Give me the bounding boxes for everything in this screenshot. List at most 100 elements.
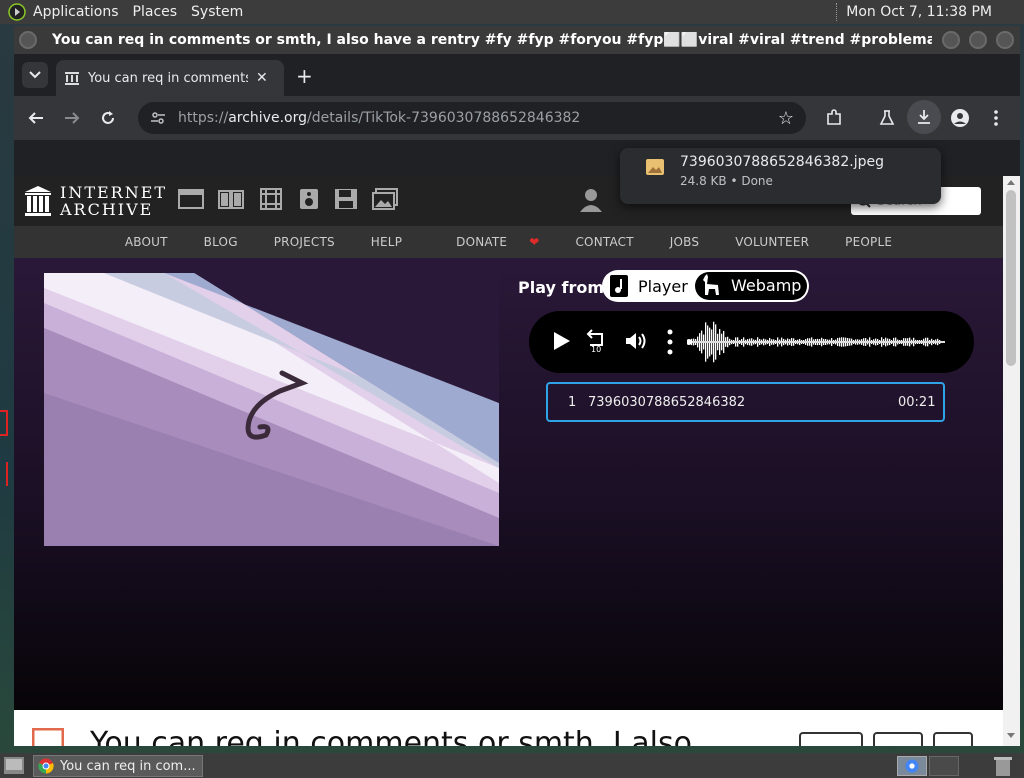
applications-icon[interactable]: [0, 3, 26, 21]
workspace-switcher[interactable]: [897, 756, 927, 776]
download-filename[interactable]: 7396030788652846382.jpeg: [680, 154, 884, 170]
page-scrollbar[interactable]: [1003, 176, 1020, 746]
browser-toolbar: https://archive.org/details/TikTok-73960…: [14, 96, 1020, 140]
web-page: INTERNET ARCHIVE Search ABOUT: [14, 176, 1003, 746]
places-menu[interactable]: Places: [126, 4, 185, 20]
tab-strip: You can req in comments or ✕ +: [14, 54, 1020, 96]
tab-active[interactable]: You can req in comments or ✕: [56, 60, 284, 96]
texts-book-icon[interactable]: [218, 188, 244, 210]
trash-icon[interactable]: [994, 756, 1012, 776]
theatre-area: Play from: Player Webamp 10 1 7396030788…: [14, 258, 1003, 710]
reload-icon[interactable]: [96, 106, 120, 130]
scrollbar-thumb[interactable]: [1006, 190, 1016, 366]
nav-donate[interactable]: DONATE ❤: [420, 235, 557, 249]
rewind-10-icon[interactable]: 10: [585, 329, 607, 353]
download-icon: [918, 110, 930, 124]
menu-kebab-icon[interactable]: [984, 106, 1008, 130]
downloads-button[interactable]: [907, 100, 941, 134]
panel-separator: [836, 3, 838, 21]
nav-help[interactable]: HELP: [353, 235, 420, 249]
play-from-label: Play from:: [518, 278, 611, 297]
video-film-icon[interactable]: [258, 188, 284, 210]
flag-button[interactable]: [933, 732, 973, 746]
share-button[interactable]: [873, 732, 923, 746]
webamp-option-label: Webamp: [731, 275, 802, 295]
workspace-2[interactable]: [929, 756, 959, 776]
player-option-label: Player: [638, 276, 688, 296]
clock[interactable]: Mon Oct 7, 11:38 PM: [846, 4, 992, 20]
archive-favicon-icon: [65, 72, 79, 85]
more-options-icon[interactable]: [667, 329, 673, 355]
playlist-track-name: 7396030788652846382: [588, 395, 746, 410]
audio-player: 10: [529, 311, 974, 373]
site-info-icon[interactable]: [150, 110, 166, 126]
nav-projects[interactable]: PROJECTS: [256, 235, 353, 249]
url-path: /details/TikTok-7396030788652846382: [307, 110, 581, 126]
top-panel: Applications Places System Mon Oct 7, 11…: [0, 0, 1024, 24]
system-menu[interactable]: System: [184, 4, 250, 20]
nav-people[interactable]: PEOPLE: [827, 235, 910, 249]
nav-donate-label: DONATE: [456, 235, 508, 249]
minimize-button[interactable]: [942, 31, 960, 49]
music-note-icon: [610, 275, 628, 297]
scroll-down-arrow-icon[interactable]: [1007, 733, 1015, 738]
close-button[interactable]: [996, 31, 1014, 49]
playlist-item[interactable]: 1 7396030788652846382 00:21: [546, 382, 945, 422]
waveform[interactable]: [687, 317, 949, 367]
ia-logo-line2: ARCHIVE: [60, 200, 154, 219]
bottom-panel: You can req in com...: [0, 753, 1024, 778]
playlist-index: 1: [568, 395, 577, 410]
playlist-duration: 00:21: [898, 395, 936, 410]
favorite-button[interactable]: [799, 732, 863, 746]
play-icon[interactable]: [553, 331, 571, 351]
software-disk-icon[interactable]: [334, 188, 358, 210]
applications-menu[interactable]: Applications: [26, 4, 126, 20]
progress-track: [687, 341, 945, 343]
taskbar-window-label: You can req in com...: [60, 758, 196, 774]
taskbar-window-button[interactable]: You can req in com...: [33, 755, 203, 777]
heart-icon: ❤: [529, 235, 540, 249]
ia-logo[interactable]: INTERNET ARCHIVE: [24, 184, 167, 218]
new-tab-button[interactable]: +: [296, 64, 313, 88]
bookmark-star-icon[interactable]: ☆: [778, 108, 794, 129]
ia-temple-icon: [25, 186, 51, 216]
svg-text:10: 10: [591, 345, 601, 353]
nav-jobs[interactable]: JOBS: [652, 235, 717, 249]
volume-icon[interactable]: [625, 331, 647, 351]
player-option[interactable]: Player: [610, 275, 688, 297]
item-title: You can req in comments or smth, I also: [90, 726, 692, 746]
labs-flask-icon[interactable]: [875, 106, 899, 130]
chrome-icon: [905, 759, 919, 773]
nav-contact[interactable]: CONTACT: [557, 235, 651, 249]
omnibox[interactable]: https://archive.org/details/TikTok-73960…: [138, 102, 806, 134]
item-image[interactable]: [44, 273, 499, 546]
back-icon[interactable]: [24, 106, 48, 130]
web-icon[interactable]: [178, 188, 204, 210]
profile-avatar-icon[interactable]: [948, 106, 972, 130]
url-domain: archive.org: [228, 110, 307, 126]
user-icon: [580, 189, 602, 212]
window-title: You can req in comments or smth, I also …: [52, 32, 932, 48]
window-titlebar[interactable]: You can req in comments or smth, I also …: [14, 26, 1020, 54]
sign-in-area[interactable]: [580, 188, 602, 212]
browser-window: You can req in comments or smth, I also …: [14, 26, 1020, 746]
show-desktop-icon[interactable]: [4, 757, 24, 774]
download-status: 24.8 KB • Done: [680, 174, 773, 188]
maximize-button[interactable]: [969, 31, 987, 49]
tab-search-button[interactable]: [22, 62, 48, 88]
webamp-option[interactable]: Webamp: [695, 272, 807, 300]
images-icon[interactable]: [372, 188, 398, 210]
nav-volunteer[interactable]: VOLUNTEER: [717, 235, 827, 249]
chevron-down-icon: [29, 71, 41, 79]
audio-speaker-icon[interactable]: [298, 188, 320, 210]
movie-icon: [32, 728, 64, 746]
nav-about[interactable]: ABOUT: [107, 235, 186, 249]
nav-blog[interactable]: BLOG: [186, 235, 256, 249]
window-menu-button[interactable]: [19, 31, 37, 49]
extensions-icon[interactable]: [822, 106, 846, 130]
tab-close-icon[interactable]: ✕: [256, 70, 268, 86]
scroll-up-arrow-icon[interactable]: [1007, 180, 1015, 185]
forward-icon[interactable]: [60, 106, 84, 130]
chrome-icon: [38, 758, 54, 774]
url-prefix: https://: [178, 110, 229, 126]
